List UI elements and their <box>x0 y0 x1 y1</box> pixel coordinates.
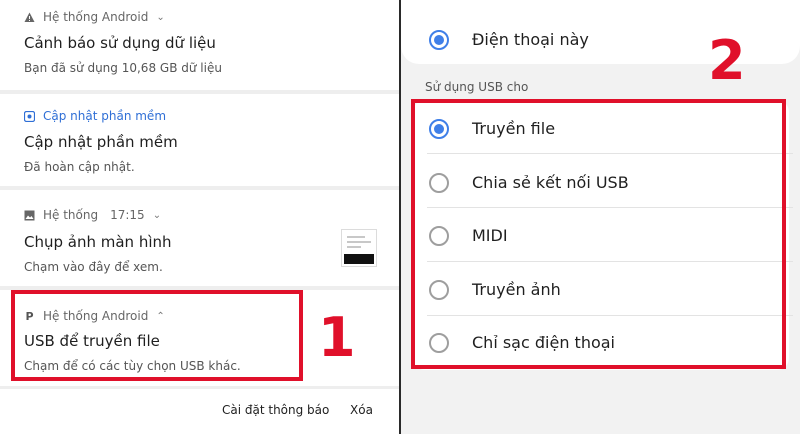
chevron-down-icon[interactable]: ⌄ <box>156 12 164 23</box>
notification-header: Hệ thống Android ⌄ <box>24 10 165 24</box>
notification-title: Cập nhật phần mềm <box>24 133 178 151</box>
chevron-down-icon[interactable]: ⌄ <box>153 210 161 221</box>
image-icon <box>24 210 35 221</box>
highlight-box-1 <box>11 290 303 381</box>
clear-button[interactable]: Xóa <box>350 403 373 417</box>
option-label: Điện thoại này <box>472 30 589 49</box>
notification-data-usage[interactable]: Hệ thống Android ⌄ Cảnh báo sử dụng dữ l… <box>0 0 401 90</box>
notification-app-name: Cập nhật phần mềm <box>43 109 167 123</box>
notification-settings-button[interactable]: Cài đặt thông báo <box>222 403 329 417</box>
software-update-icon <box>24 110 35 122</box>
notification-footer: Cài đặt thông báo Xóa <box>0 389 401 434</box>
step-number-2: 2 <box>708 29 746 92</box>
screenshot-thumbnail[interactable] <box>341 229 377 267</box>
notification-title: Cảnh báo sử dụng dữ liệu <box>24 34 216 52</box>
notification-app-name: Hệ thống Android <box>43 10 149 24</box>
notification-title: Chụp ảnh màn hình <box>24 233 172 251</box>
notification-header: Hệ thống 17:15 ⌄ <box>24 208 161 222</box>
step-number-1: 1 <box>318 306 356 369</box>
radio-phone[interactable] <box>429 30 449 50</box>
notification-time: 17:15 <box>110 208 145 222</box>
notification-header: Cập nhật phần mềm <box>24 109 166 123</box>
section-label: Sử dụng USB cho <box>425 80 529 94</box>
notification-software-update[interactable]: Cập nhật phần mềm Cập nhật phần mềm Đã h… <box>0 94 401 186</box>
warning-icon <box>24 12 35 23</box>
notification-body: Đã hoàn cập nhật. <box>24 160 135 174</box>
highlight-box-2 <box>411 99 786 369</box>
notification-body: Bạn đã sử dụng 10,68 GB dữ liệu <box>24 61 222 75</box>
notification-body: Chạm vào đây để xem. <box>24 260 163 274</box>
notification-app-name: Hệ thống <box>43 208 99 222</box>
